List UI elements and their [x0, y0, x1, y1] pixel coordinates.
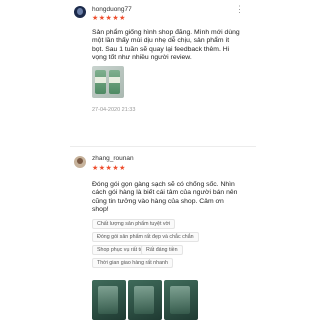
review-tag: Đóng gói sản phẩm rất đẹp và chắc chắn	[92, 232, 199, 242]
review-comment: Đóng gói gọn gàng sạch sẽ có chống sốc. …	[92, 181, 238, 213]
reviewer-username[interactable]: zhang_rounan	[92, 155, 134, 162]
reviewer-username[interactable]: hongduong77	[92, 6, 132, 13]
rating-stars: ★★★★★	[92, 165, 126, 172]
review-date: 27-04-2020 21:33	[92, 107, 136, 113]
review-tag: Chất lượng sản phẩm tuyệt vời	[92, 219, 176, 229]
rating-stars: ★★★★★	[92, 15, 126, 22]
product-image	[98, 286, 118, 314]
avatar[interactable]	[74, 156, 86, 168]
review-photo[interactable]	[92, 280, 126, 320]
product-image	[134, 286, 154, 314]
divider	[70, 146, 256, 147]
product-image	[170, 286, 190, 314]
more-vertical-icon[interactable]: ⋮	[235, 5, 244, 14]
product-label	[95, 77, 106, 83]
review-card	[0, 0, 320, 146]
review-tag: Rất đáng tiền	[141, 245, 183, 255]
product-label	[109, 77, 120, 83]
avatar[interactable]	[74, 6, 86, 18]
review-photo[interactable]	[164, 280, 198, 320]
review-comment: Sản phẩm giống hình shop đăng. Mình mới …	[92, 29, 240, 61]
review-tag: Thời gian giao hàng rất nhanh	[92, 258, 173, 268]
review-photo[interactable]	[128, 280, 162, 320]
review-photo[interactable]	[92, 66, 124, 98]
